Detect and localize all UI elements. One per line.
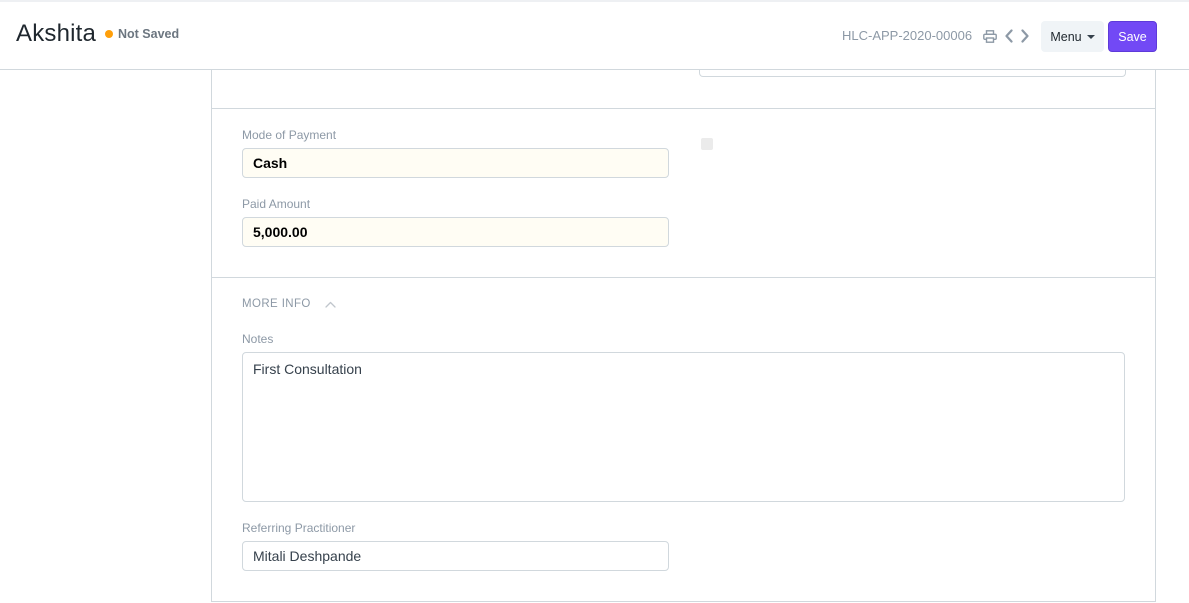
checkbox[interactable] bbox=[701, 138, 713, 150]
page-title: Akshita bbox=[16, 20, 97, 47]
paid-amount-input[interactable]: 5,000.00 bbox=[242, 217, 669, 247]
paid-amount-value: 5,000.00 bbox=[253, 224, 308, 240]
more-info-section-toggle[interactable]: MORE INFO bbox=[242, 298, 336, 310]
save-button[interactable]: Save bbox=[1108, 21, 1157, 52]
paid-amount-label: Paid Amount bbox=[242, 197, 311, 211]
menu-button-label: Menu bbox=[1050, 29, 1082, 44]
mode-of-payment-value: Cash bbox=[253, 155, 288, 171]
section-divider bbox=[212, 108, 1155, 109]
chevron-left-icon bbox=[1005, 29, 1013, 43]
section-divider bbox=[212, 277, 1155, 278]
chevron-up-icon bbox=[325, 301, 336, 308]
previous-doc-button[interactable] bbox=[1001, 27, 1017, 45]
next-doc-button[interactable] bbox=[1017, 27, 1033, 45]
print-button[interactable] bbox=[982, 27, 998, 45]
chevron-right-icon bbox=[1021, 29, 1029, 43]
more-info-section-title: MORE INFO bbox=[242, 298, 311, 310]
menu-button[interactable]: Menu bbox=[1041, 21, 1104, 52]
referring-practitioner-input[interactable]: Mitali Deshpande bbox=[242, 541, 669, 571]
mode-of-payment-label: Mode of Payment bbox=[242, 128, 337, 142]
page-header: Akshita Not Saved HLC-APP-2020-00006 Men… bbox=[0, 2, 1189, 70]
form-layout: Mode of Payment Cash Paid Amount 5,000.0… bbox=[211, 60, 1156, 602]
referring-practitioner-value: Mitali Deshpande bbox=[253, 548, 362, 564]
notes-value: First Consultation bbox=[253, 361, 362, 377]
document-name: HLC-APP-2020-00006 bbox=[842, 28, 973, 43]
printer-icon bbox=[983, 29, 997, 43]
status-indicator: Not Saved bbox=[105, 27, 179, 41]
notes-label: Notes bbox=[242, 332, 274, 346]
mode-of-payment-input[interactable]: Cash bbox=[242, 148, 669, 178]
status-dot-icon bbox=[105, 30, 113, 38]
referring-practitioner-label: Referring Practitioner bbox=[242, 521, 356, 535]
caret-down-icon bbox=[1086, 34, 1095, 39]
status-text: Not Saved bbox=[118, 27, 180, 41]
notes-textarea[interactable]: First Consultation bbox=[242, 352, 1125, 502]
